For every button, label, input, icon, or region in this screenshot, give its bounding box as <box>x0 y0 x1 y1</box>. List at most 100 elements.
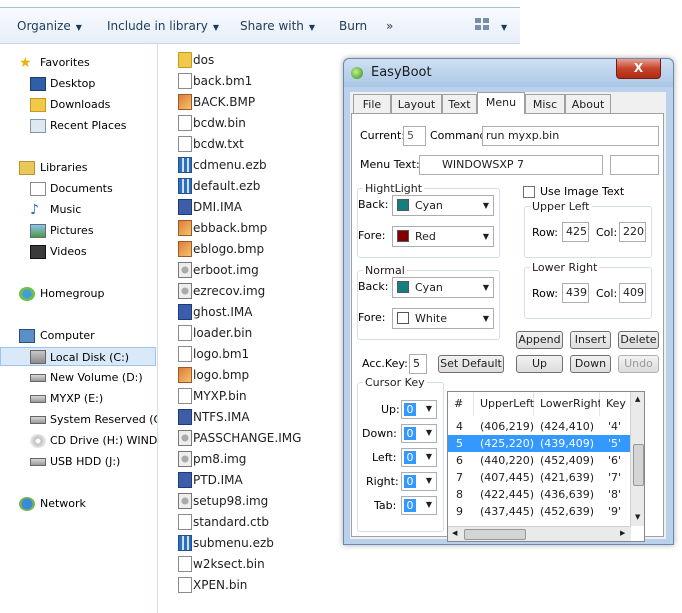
tab-layout[interactable]: Layout <box>391 94 442 113</box>
menu-text-extra-field[interactable] <box>610 155 659 175</box>
documents-icon <box>30 182 46 196</box>
ck-up-select[interactable]: 0 ▼ <box>401 400 437 419</box>
hl-fore-select[interactable]: Red ▼ <box>392 226 494 247</box>
scroll-left-arrow-icon[interactable]: ◀ <box>452 529 457 537</box>
nav-label: USB HDD (J:) <box>50 455 121 468</box>
ck-down-select[interactable]: 0 ▼ <box>401 424 437 443</box>
menu-text-field[interactable]: WINDOWSXP 7 <box>419 155 603 175</box>
nav-cd-drive[interactable]: CD Drive (H:) WINDO <box>0 431 157 451</box>
nav-new-volume-e[interactable]: MYXP (E:) <box>0 389 157 409</box>
nav-documents[interactable]: Documents <box>0 179 150 199</box>
nav-pictures[interactable]: Pictures <box>0 221 150 241</box>
nav-recent-places[interactable]: Recent Places <box>0 116 150 136</box>
floppy-icon <box>178 409 192 425</box>
list-row[interactable]: 9 (437,445) (452,639) '9' <box>448 503 631 520</box>
acc-key-label: Acc.Key: <box>362 357 408 370</box>
tab-misc[interactable]: Misc <box>525 94 565 113</box>
scroll-down-arrow-icon[interactable]: ▼ <box>635 513 640 521</box>
nav-favorites[interactable]: ★ Favorites <box>0 53 150 73</box>
list-row[interactable]: 6 (440,220) (452,409) '6' <box>448 452 631 469</box>
burn-button[interactable]: Burn <box>339 19 367 33</box>
bitmap-icon <box>178 220 192 236</box>
undo-button[interactable]: Undo <box>618 355 659 373</box>
tab-text[interactable]: Text <box>442 94 477 113</box>
command-field[interactable]: run myxp.bin <box>482 126 659 146</box>
floppy-icon <box>178 199 192 215</box>
tab-file[interactable]: File <box>353 94 391 113</box>
tab-about[interactable]: About <box>565 94 611 113</box>
navigation-pane: ★ Favorites Desktop Downloads Recent Pla… <box>0 44 158 613</box>
tab-menu[interactable]: Menu <box>477 92 525 114</box>
down-button[interactable]: Down <box>570 355 611 373</box>
more-commands-button[interactable]: » <box>386 19 393 33</box>
nav-desktop[interactable]: Desktop <box>0 74 150 94</box>
file-name: eblogo.bmp <box>193 242 265 256</box>
bitmap-icon <box>178 367 192 383</box>
ck-up-label: Up: <box>381 403 400 416</box>
organize-button[interactable]: Organize ▼ <box>17 19 82 33</box>
lr-col-field[interactable]: 409 <box>619 283 646 303</box>
close-button[interactable]: X <box>616 59 661 79</box>
list-row[interactable]: 4 (406,219) (424,410) '4' <box>448 418 631 435</box>
acc-key-field[interactable]: 5 <box>409 354 427 374</box>
scrollbar-thumb[interactable] <box>633 444 644 486</box>
use-image-text-label: Use Image Text <box>540 185 625 198</box>
use-image-text-checkbox[interactable] <box>523 186 535 198</box>
nm-fore-select[interactable]: White ▼ <box>392 308 494 329</box>
title-bar[interactable]: EasyBoot X <box>344 59 673 87</box>
include-in-library-button[interactable]: Include in library ▼ <box>107 19 219 33</box>
menu-items-list[interactable]: # UpperLeft LowerRight Key 4 (406,219) (42… <box>447 391 645 542</box>
easyboot-app-icon <box>351 67 363 79</box>
file-name: erboot.img <box>193 263 259 277</box>
list-cell-lr: (452,409) <box>540 454 595 467</box>
nav-libraries[interactable]: Libraries <box>0 158 150 178</box>
nav-usb-hdd[interactable]: USB HDD (J:) <box>0 452 157 472</box>
nav-label: System Reserved (G: <box>50 413 157 426</box>
highlight-group: HightLight Back: Cyan ▼ Fore: Red ▼ <box>357 182 500 258</box>
document-icon <box>178 388 192 404</box>
lr-row-field[interactable]: 439 <box>562 283 589 303</box>
vertical-scrollbar[interactable]: ▲ ▼ <box>630 392 644 526</box>
column-header-upperleft[interactable]: UpperLeft <box>474 392 534 416</box>
nav-local-disk-c[interactable]: Local Disk (C:) <box>0 347 156 366</box>
insert-button[interactable]: Insert <box>570 331 611 349</box>
nav-new-volume-d[interactable]: New Volume (D:) <box>0 368 157 388</box>
scrollbar-thumb[interactable] <box>464 529 526 540</box>
nav-network[interactable]: Network <box>0 494 150 514</box>
ul-row-field[interactable]: 425 <box>562 222 589 242</box>
scroll-right-arrow-icon[interactable]: ▶ <box>620 529 625 537</box>
scroll-up-arrow-icon[interactable]: ▲ <box>635 395 640 403</box>
ck-left-select[interactable]: 0 ▼ <box>401 448 437 467</box>
nav-computer[interactable]: Computer <box>0 326 150 346</box>
column-header-number[interactable]: # <box>448 392 474 416</box>
ul-col-field[interactable]: 220 <box>619 222 646 242</box>
column-header-key[interactable]: Key <box>600 392 631 416</box>
file-name: setup98.img <box>193 494 269 508</box>
nm-back-select[interactable]: Cyan ▼ <box>392 277 494 298</box>
nav-music[interactable]: ♪ Music <box>0 200 150 220</box>
column-header-lowerright[interactable]: LowerRight <box>534 392 602 416</box>
nav-videos[interactable]: Videos <box>0 242 150 262</box>
list-row[interactable]: 7 (407,445) (421,639) '7' <box>448 469 631 486</box>
delete-button[interactable]: Delete <box>618 331 659 349</box>
nav-downloads[interactable]: Downloads <box>0 95 150 115</box>
nav-system-reserved[interactable]: System Reserved (G: <box>0 410 157 430</box>
append-button[interactable]: Append <box>516 331 563 349</box>
list-row[interactable]: 5 (425,220) (439,409) '5' <box>448 435 631 452</box>
up-button[interactable]: Up <box>516 355 563 373</box>
view-dropdown-icon[interactable]: ▼ <box>496 19 507 33</box>
list-row[interactable]: 8 (422,445) (436,639) '8' <box>448 486 631 503</box>
drive-icon <box>30 395 46 403</box>
view-options-icon[interactable] <box>474 17 490 34</box>
file-name: XPEN.bin <box>193 578 248 592</box>
file-name: PTD.IMA <box>193 473 243 487</box>
horizontal-scrollbar[interactable]: ◀ ▶ <box>448 526 631 541</box>
ck-tab-value: 0 <box>404 499 416 512</box>
ck-tab-select[interactable]: 0 ▼ <box>401 496 437 515</box>
share-with-button[interactable]: Share with ▼ <box>240 19 315 33</box>
current-field[interactable]: 5 <box>403 126 426 146</box>
hl-back-select[interactable]: Cyan ▼ <box>392 195 494 216</box>
ck-right-select[interactable]: 0 ▼ <box>401 472 437 491</box>
nav-homegroup[interactable]: Homegroup <box>0 284 150 304</box>
set-default-button[interactable]: Set Default <box>438 355 504 373</box>
